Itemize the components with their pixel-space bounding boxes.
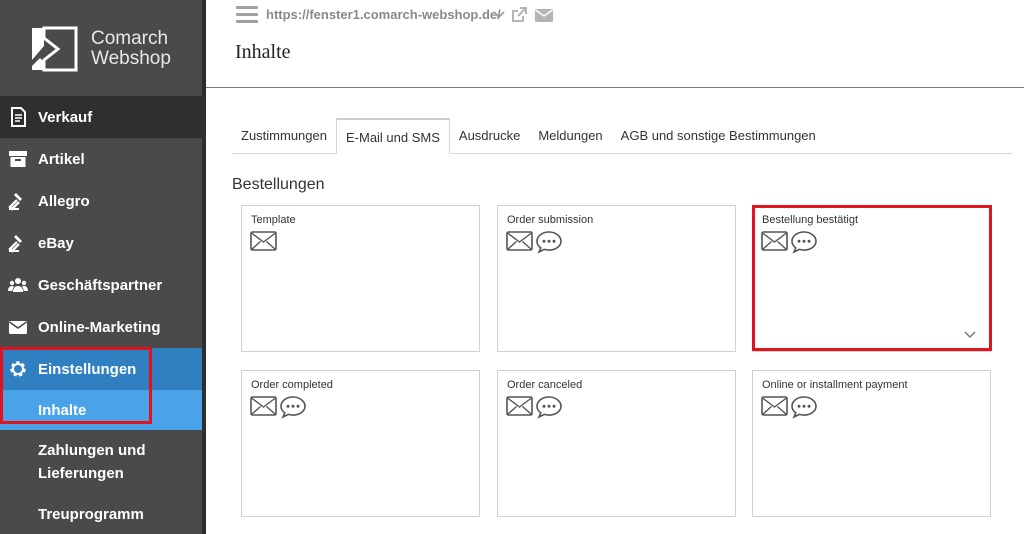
card-online-or-installment-payment[interactable]: Online or installment payment	[752, 370, 991, 517]
logo-line2: Webshop	[91, 48, 171, 69]
card-title: Order canceled	[507, 379, 583, 391]
sidebar-item-label: Artikel	[38, 150, 85, 168]
gavel-icon	[8, 235, 22, 253]
sidebar-item-allegro[interactable]: Allegro	[0, 180, 202, 222]
logo-line1: Comarch	[91, 28, 169, 49]
external-link-icon[interactable]	[511, 6, 528, 23]
gavel-icon	[8, 193, 22, 211]
section-title: Bestellungen	[232, 176, 325, 193]
sidebar-subitem-label-line2: Lieferungen	[38, 465, 124, 482]
tab-bar: Zustimmungen E-Mail und SMS Ausdrucke Me…	[232, 118, 1012, 154]
email-icon	[250, 231, 277, 251]
sidebar-item-geschaeftspartner[interactable]: Geschäftspartner	[0, 264, 202, 306]
document-icon	[11, 107, 26, 127]
sidebar-item-verkauf[interactable]: Verkauf	[0, 96, 202, 138]
email-icon	[250, 396, 277, 416]
box-icon	[9, 151, 27, 167]
comarch-logo-icon	[32, 26, 78, 72]
hamburger-menu-icon[interactable]	[236, 6, 258, 24]
sidebar-item-label: Allegro	[38, 192, 90, 210]
card-icons	[506, 230, 563, 254]
sidebar-item-label: Online-Marketing	[38, 318, 161, 336]
card-order-canceled[interactable]: Order canceled	[497, 370, 736, 517]
card-title: Template	[251, 214, 296, 226]
card-icons	[250, 395, 307, 419]
sms-icon	[791, 396, 817, 419]
sms-icon	[536, 231, 562, 254]
card-bestellung-bestaetigt[interactable]: Bestellung bestätigt	[752, 205, 991, 352]
url-actions	[493, 6, 554, 23]
sidebar-item-label: eBay	[38, 234, 74, 252]
sidebar-item-ebay[interactable]: eBay	[0, 222, 202, 264]
card-order-submission[interactable]: Order submission	[497, 205, 736, 352]
card-order-completed[interactable]: Order completed	[241, 370, 480, 517]
card-title: Order completed	[251, 379, 333, 391]
email-icon	[761, 231, 788, 251]
card-icons	[506, 395, 563, 419]
email-icon	[506, 396, 533, 416]
shop-url-link[interactable]: https://fenster1.comarch-webshop.de/	[266, 7, 501, 22]
sidebar-item-label: Verkauf	[38, 108, 93, 126]
sidebar: Comarch Webshop Verkauf Artikel Allegro …	[0, 0, 206, 534]
card-title: Online or installment payment	[762, 379, 908, 391]
mail-icon[interactable]	[534, 7, 554, 23]
email-icon	[506, 231, 533, 251]
sidebar-subitem-zahlungen-und-lieferungen[interactable]: Zahlungen und Lieferungen	[0, 430, 202, 494]
chevron-down-icon[interactable]	[964, 331, 976, 339]
logo[interactable]: Comarch Webshop	[0, 0, 202, 96]
page-title: Inhalte	[235, 41, 291, 63]
email-icon	[761, 396, 788, 416]
card-icons	[761, 395, 818, 419]
chevron-down-icon[interactable]	[493, 10, 505, 20]
sidebar-nav: Verkauf Artikel Allegro eBay Geschäftspa…	[0, 96, 202, 534]
tab-email-und-sms[interactable]: E-Mail und SMS	[335, 118, 450, 154]
sms-icon	[536, 396, 562, 419]
sidebar-subitem-treuprogramm[interactable]: Treuprogramm	[0, 494, 202, 534]
card-icons	[761, 230, 818, 254]
sidebar-subitem-inhalte[interactable]: Inhalte	[0, 390, 202, 430]
tab-ausdrucke[interactable]: Ausdrucke	[450, 118, 529, 154]
gear-icon	[10, 361, 26, 377]
sidebar-item-artikel[interactable]: Artikel	[0, 138, 202, 180]
users-icon	[8, 278, 28, 292]
sidebar-item-online-marketing[interactable]: Online-Marketing	[0, 306, 202, 348]
sidebar-subitem-label: Inhalte	[38, 401, 87, 419]
sidebar-item-label: Geschäftspartner	[38, 276, 163, 294]
sidebar-item-einstellungen[interactable]: Einstellungen	[0, 348, 202, 390]
envelope-icon	[9, 321, 27, 334]
sidebar-item-label: Einstellungen	[38, 360, 137, 378]
topbar: https://fenster1.comarch-webshop.de/ Inh…	[206, 0, 1024, 88]
tab-zustimmungen[interactable]: Zustimmungen	[232, 118, 336, 154]
sidebar-subitem-label-line1: Zahlungen und	[38, 442, 146, 459]
logo-text: Comarch Webshop	[91, 29, 171, 69]
sidebar-subitem-label: Treuprogramm	[38, 505, 144, 523]
card-template[interactable]: Template	[241, 205, 480, 352]
card-title: Order submission	[507, 214, 594, 226]
tab-meldungen[interactable]: Meldungen	[529, 118, 611, 154]
card-title: Bestellung bestätigt	[762, 214, 859, 226]
sidebar-subitem-label: Zahlungen und Lieferungen	[38, 439, 145, 485]
tab-agb[interactable]: AGB und sonstige Bestimmungen	[612, 118, 825, 154]
sms-icon	[791, 231, 817, 254]
sms-icon	[280, 396, 306, 419]
card-icons	[250, 230, 277, 252]
